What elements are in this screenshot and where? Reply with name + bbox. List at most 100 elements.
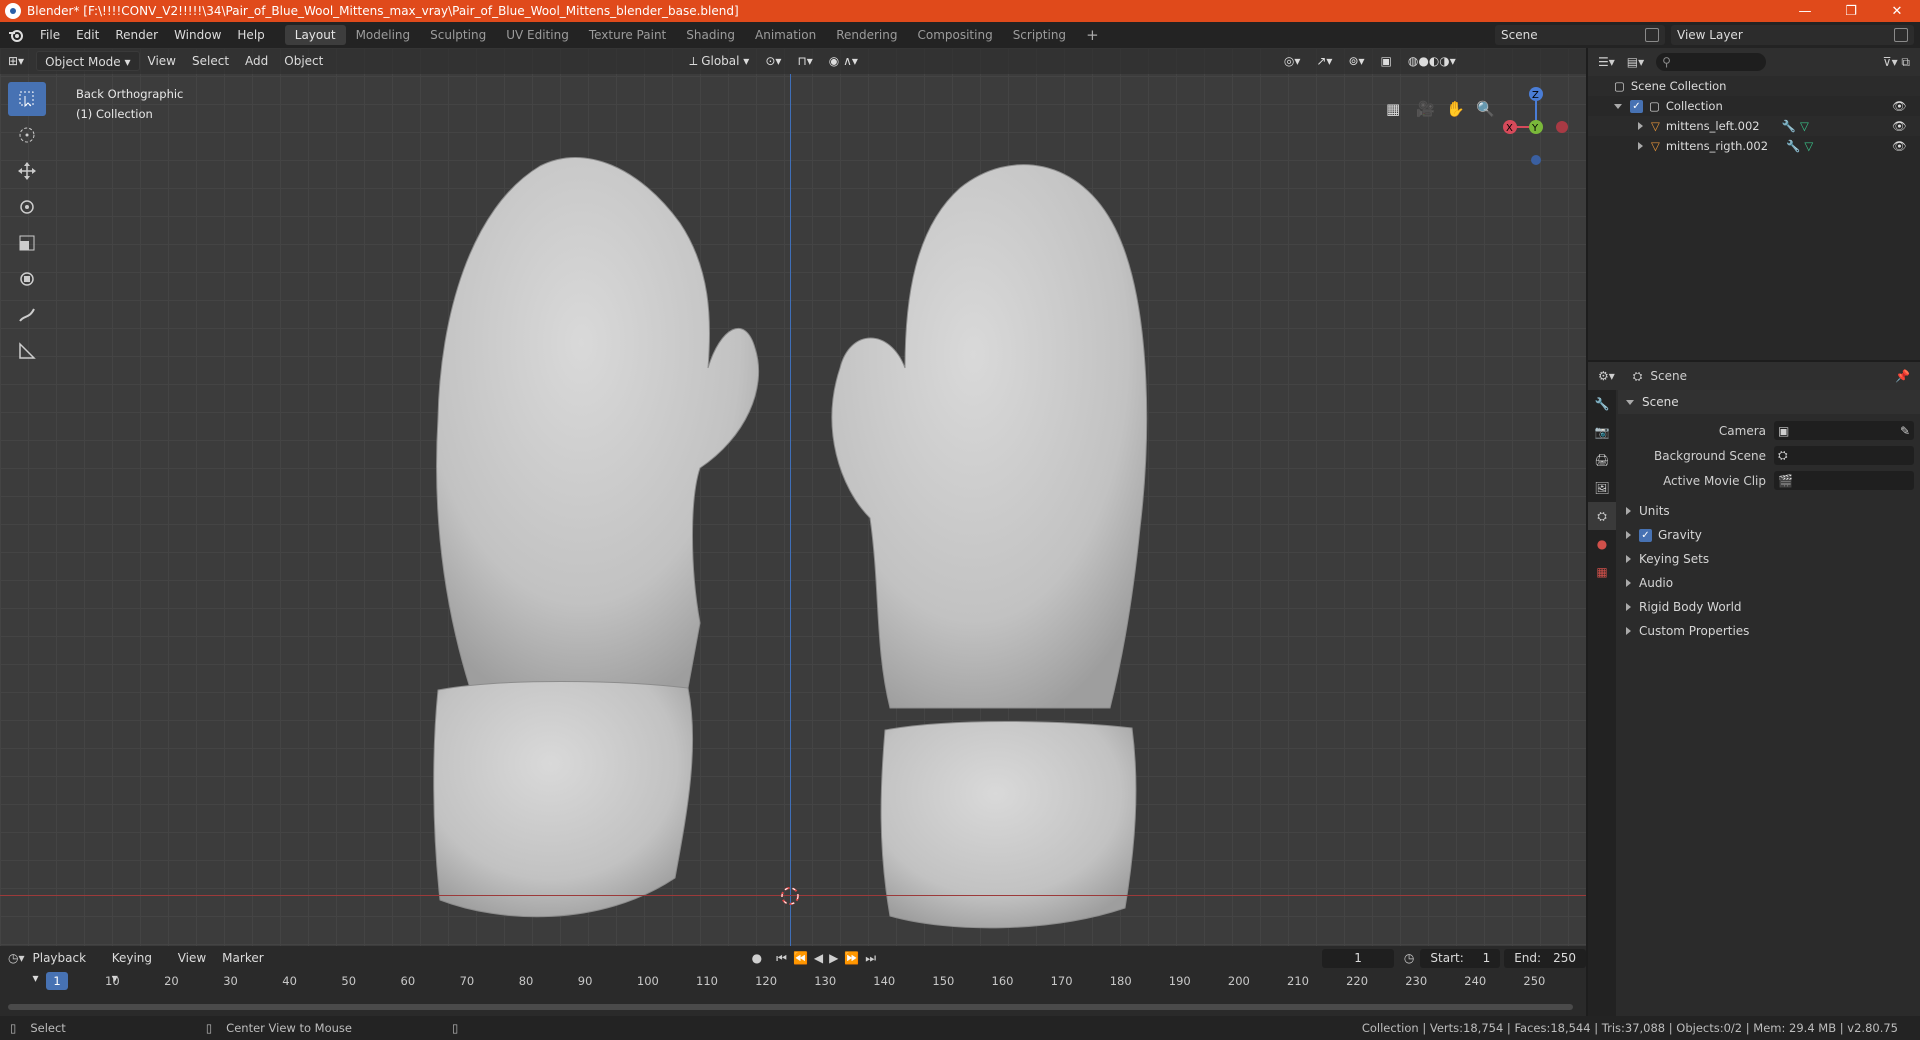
pan-view-icon[interactable]: ✋ [1446,100,1466,120]
blender-menu-icon[interactable] [6,26,26,44]
3d-viewport[interactable]: ⊞▾ Object Mode ▾ View Select Add Object … [0,48,1586,946]
outliner-row-object[interactable]: ▽ mittens_left.002 🔧 ▽ 👁 [1588,116,1920,136]
tab-shading[interactable]: Shading [676,25,745,45]
new-view-layer-icon[interactable] [1894,28,1908,42]
expand-collection-icon[interactable] [1614,103,1622,109]
tab-texture-paint[interactable]: Texture Paint [579,25,676,45]
scale-tool-icon[interactable] [8,226,46,260]
proportional-edit-icon[interactable]: ◉ ∧▾ [821,51,866,71]
annotate-tool-icon[interactable] [8,298,46,332]
tab-rendering[interactable]: Rendering [826,25,907,45]
overlay-toggle-icon[interactable]: ⊚▾ [1340,51,1372,71]
background-scene-field[interactable]: ⛭ [1774,446,1914,465]
units-subpanel[interactable]: Units [1618,499,1920,523]
playback-menu[interactable]: Playback ▾ [25,948,104,985]
gravity-checkbox[interactable]: ✓ [1639,528,1652,542]
filter-icon[interactable]: ⊽▾ ⧉ [1883,55,1910,70]
camera-field[interactable]: ▣ ✎ [1774,421,1914,440]
object-visibility-eye-icon[interactable]: 👁 [1892,139,1907,153]
menu-edit[interactable]: Edit [68,28,107,42]
snap-icon[interactable]: ⊓▾ [789,51,820,71]
new-scene-icon[interactable] [1645,28,1659,42]
outliner-row-collection[interactable]: ✓ ▢ Collection 👁 [1588,96,1920,116]
menu-render[interactable]: Render [107,28,166,42]
select-menu[interactable]: Select [184,51,237,71]
outliner-row-scene-collection[interactable]: ▢ Scene Collection [1588,76,1920,96]
playback-controls[interactable]: ⏮⏪◀▶⏩⏭ [776,951,882,966]
measure-tool-icon[interactable] [8,334,46,368]
tab-scripting[interactable]: Scripting [1003,25,1076,45]
timeline-view-menu[interactable]: View [170,948,214,968]
navigation-gizmo[interactable]: ▦ 🎥 ✋ 🔍 Z X Y [1368,82,1578,232]
keying-menu[interactable]: Keying ▾ [104,948,170,985]
minimize-button[interactable]: — [1782,4,1828,19]
outliner-search-input[interactable]: ⚲ [1656,53,1767,71]
view-layer-selector[interactable]: View Layer [1671,25,1914,45]
object-menu[interactable]: Object [276,51,331,71]
close-button[interactable]: ✕ [1874,4,1920,19]
active-movie-clip-field[interactable]: 🎬 [1774,471,1914,490]
end-frame-field[interactable]: End: 250 [1504,948,1586,968]
current-frame-indicator[interactable]: 1 [46,972,68,990]
menu-window[interactable]: Window [166,28,229,42]
menu-file[interactable]: File [32,28,68,42]
grid-view-icon[interactable]: ▦ [1386,100,1406,120]
tab-sculpting[interactable]: Sculpting [420,25,496,45]
display-mode-icon[interactable]: ▤▾ [1627,55,1644,69]
scene-selector[interactable]: Scene [1495,25,1665,45]
mesh-data-icon[interactable]: ▽ [1804,139,1813,153]
tab-compositing[interactable]: Compositing [907,25,1002,45]
tool-tab-icon[interactable]: 🔧 [1588,390,1616,418]
marker-menu[interactable]: Marker [214,948,271,968]
shading-modes-icon[interactable]: ◍●◐◑▾ [1400,51,1464,71]
pin-icon[interactable]: 📌 [1895,369,1910,383]
custom-properties-subpanel[interactable]: Custom Properties [1618,619,1920,643]
add-workspace-button[interactable]: + [1076,25,1109,45]
current-frame-field[interactable]: 1 [1322,948,1394,968]
xray-icon[interactable]: ▣ [1373,51,1400,71]
gravity-subpanel[interactable]: ✓ Gravity [1618,523,1920,547]
timeline-editor-icon[interactable]: ◷▾ [8,951,25,965]
scene-panel-header[interactable]: Scene [1618,390,1920,414]
pivot-icon[interactable]: ⊙▾ [757,51,789,71]
properties-editor-icon[interactable]: ⚙▾ [1598,369,1615,383]
mittens-model[interactable] [0,48,1586,946]
timeline-scrollbar[interactable] [8,1004,1573,1010]
modifier-icon[interactable]: 🔧 [1782,119,1796,133]
add-menu[interactable]: Add [237,51,276,71]
rigid-body-world-subpanel[interactable]: Rigid Body World [1618,595,1920,619]
select-box-tool-icon[interactable] [8,82,46,116]
tab-uv-editing[interactable]: UV Editing [496,25,579,45]
expand-object-icon[interactable] [1638,122,1643,130]
mode-dropdown[interactable]: Object Mode ▾ [36,51,140,71]
editor-type-icon[interactable]: ⊞▾ [0,51,32,71]
view-layer-tab-icon[interactable]: 🖼 [1588,474,1616,502]
render-tab-icon[interactable]: 📷 [1588,418,1616,446]
eyedropper-icon[interactable]: ✎ [1900,424,1910,438]
outliner-row-object[interactable]: ▽ mittens_rigth.002 🔧 ▽ 👁 [1588,136,1920,156]
collection-visibility-eye-icon[interactable]: 👁 [1892,99,1907,113]
collection-checkbox[interactable]: ✓ [1630,99,1643,113]
menu-help[interactable]: Help [229,28,272,42]
visibility-icon[interactable]: ◎▾ [1276,51,1309,71]
frame-ruler[interactable]: 10 20 30 40 50 60 70 80 90 100 110 120 130 140 150 160 1… [0,972,1586,990]
output-tab-icon[interactable]: 🖨 [1588,446,1616,474]
start-frame-field[interactable]: Start: 1 [1420,948,1501,968]
expand-object-icon[interactable] [1638,142,1643,150]
tab-layout[interactable]: Layout [284,25,346,45]
preview-range-icon[interactable]: ◷ [1404,951,1414,965]
audio-subpanel[interactable]: Audio [1618,571,1920,595]
mesh-data-icon[interactable]: ▽ [1800,119,1809,133]
outliner-editor-icon[interactable]: ☰▾ [1598,55,1615,69]
gizmo-toggle-icon[interactable]: ↗▾ [1308,51,1340,71]
rotate-tool-icon[interactable] [8,190,46,224]
move-tool-icon[interactable] [8,154,46,188]
transform-tool-icon[interactable] [8,262,46,296]
tab-modeling[interactable]: Modeling [346,25,421,45]
modifier-icon[interactable]: 🔧 [1786,139,1800,153]
scene-tab-icon[interactable]: ⛭ [1588,502,1616,530]
camera-view-icon[interactable]: 🎥 [1416,100,1436,120]
world-tab-icon[interactable]: ● [1588,530,1616,558]
view-menu[interactable]: View [140,51,184,71]
3d-cursor-icon[interactable] [778,884,802,908]
